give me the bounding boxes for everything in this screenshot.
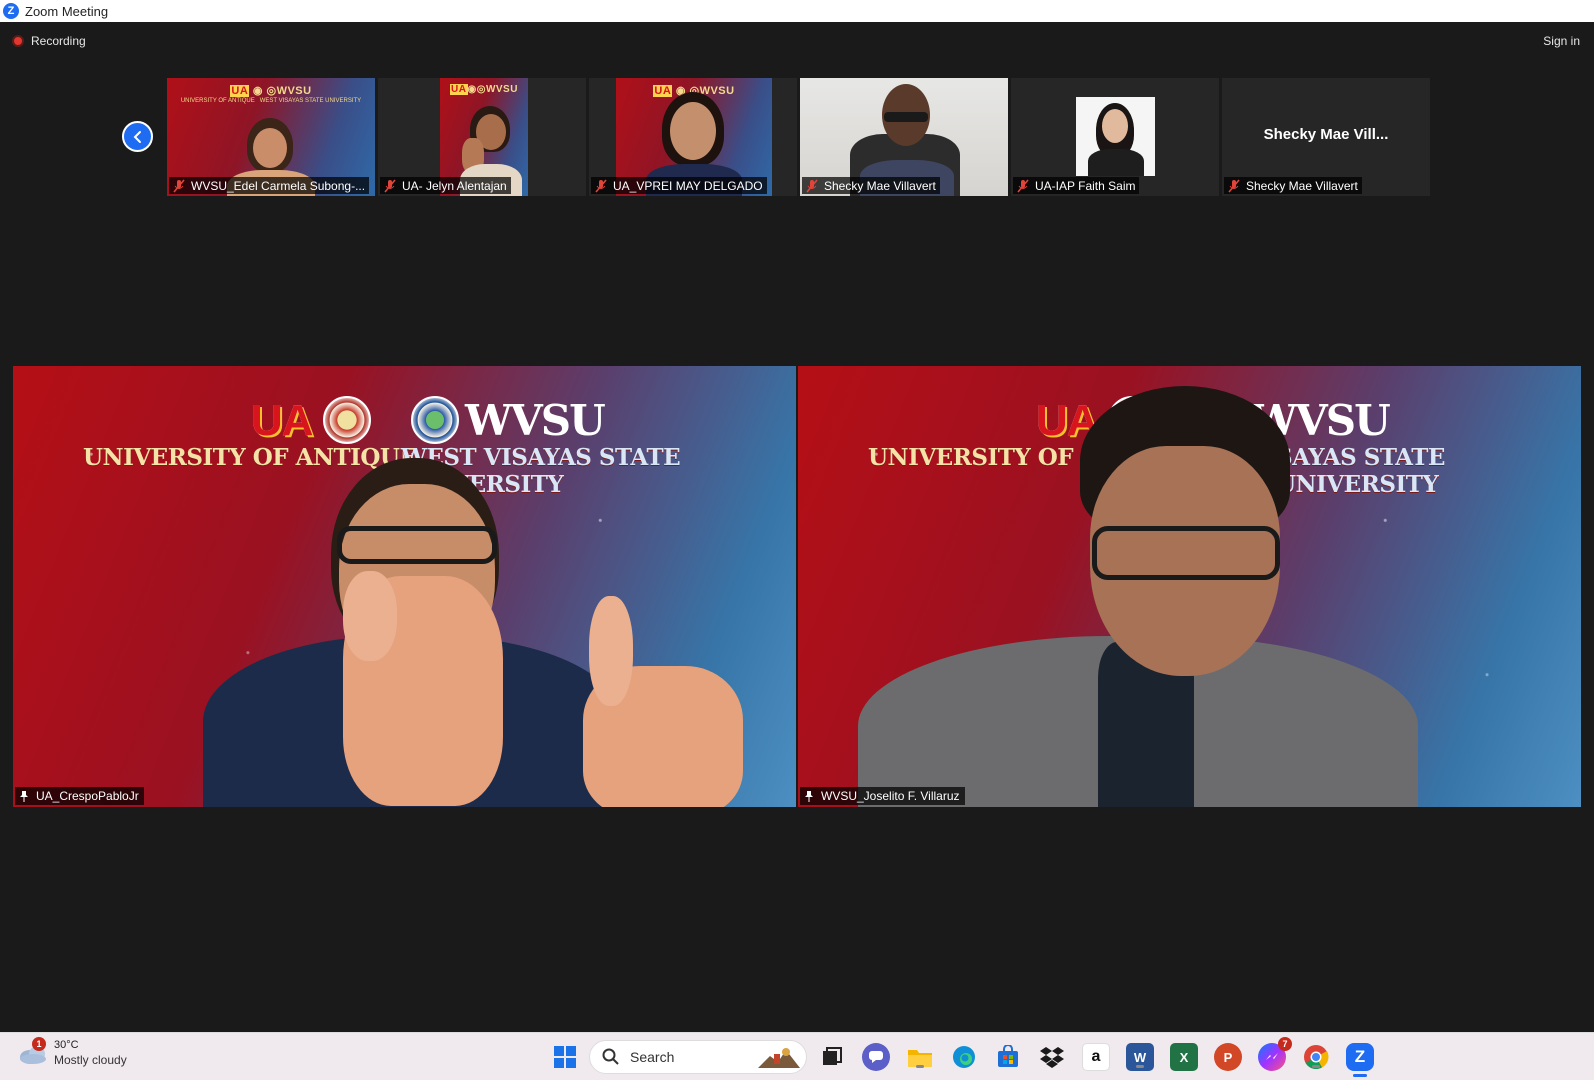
recording-dot-icon: [12, 35, 24, 47]
dropbox-icon[interactable]: [1038, 1043, 1066, 1071]
participant-placeholder-name: Shecky Mae Vill...: [1263, 126, 1389, 143]
muted-mic-icon: [806, 178, 818, 193]
speaker-namebar: WVSU_Joselito F. Villaruz: [800, 787, 965, 805]
gallery-prev-button[interactable]: [122, 121, 153, 152]
participant-tile[interactable]: UA-IAP Faith Saim: [1011, 78, 1219, 196]
participant-name: WVSU_Edel Carmela Subong-...: [191, 178, 366, 193]
pin-icon: [805, 791, 813, 802]
wvsu-name-text: SAYAS STATE UNIVERSITY: [1276, 444, 1445, 498]
powerpoint-icon[interactable]: P: [1214, 1043, 1242, 1071]
edge-browser-icon[interactable]: [950, 1043, 978, 1071]
participant-tile[interactable]: UA ◉ ◎WVSU UA_VPREI MAY DELGADO: [589, 78, 797, 196]
microsoft-store-icon[interactable]: [994, 1043, 1022, 1071]
speaker-video-tile[interactable]: UA WVSU UNIVERSITY OF ANT SAYAS STATE UN…: [798, 366, 1581, 807]
zoom-taskbar-icon[interactable]: Z: [1346, 1043, 1374, 1077]
window-title: Zoom Meeting: [25, 3, 109, 19]
weather-temp: 30°C: [54, 1039, 79, 1051]
speaker-namebar: UA_CrespoPabloJr: [15, 787, 144, 805]
participant-tile[interactable]: UA ◉ ◎WVSU UNIVERSITY OF ANTIQUE WEST VI…: [167, 78, 375, 196]
task-view-icon[interactable]: [818, 1043, 846, 1071]
weather-widget[interactable]: 1 30°C Mostly cloudy: [18, 1037, 127, 1068]
speaker-video-tile[interactable]: UA WVSU UNIVERSITY OF ANTIQUE WEST VISAY…: [13, 366, 796, 807]
recording-indicator[interactable]: Recording: [12, 34, 86, 48]
participant-tile[interactable]: UA◉◎WVSU UA- Jelyn Alentajan: [378, 78, 586, 196]
participant-name: UA-IAP Faith Saim: [1035, 178, 1136, 193]
participant-namebar: UA-IAP Faith Saim: [1013, 177, 1140, 194]
participant-name: UA- Jelyn Alentajan: [402, 178, 507, 193]
participant-profile-photo: [1076, 97, 1155, 176]
ua-logo: UA: [251, 396, 314, 445]
participant-namebar: Shecky Mae Villavert: [1224, 177, 1362, 194]
taskbar-search-box[interactable]: Search: [589, 1040, 807, 1074]
virtual-background-logo: UA◉◎WVSU: [450, 84, 518, 95]
muted-mic-icon: [173, 178, 185, 193]
excel-icon[interactable]: X: [1170, 1043, 1198, 1071]
chrome-icon[interactable]: [1302, 1043, 1330, 1071]
word-icon[interactable]: W: [1126, 1043, 1154, 1071]
windows-start-icon[interactable]: [551, 1043, 579, 1071]
zoom-logo-icon: Z: [3, 3, 19, 19]
amazon-icon[interactable]: a: [1082, 1043, 1110, 1071]
weather-desc: Mostly cloudy: [54, 1053, 127, 1067]
muted-mic-icon: [1228, 178, 1240, 193]
participant-name: Shecky Mae Villavert: [824, 178, 936, 193]
chevron-left-icon: [133, 130, 141, 143]
speaker-name: UA_CrespoPabloJr: [36, 789, 139, 803]
windows-taskbar: 1 30°C Mostly cloudy Search a W X P 7 Z: [0, 1032, 1594, 1080]
ua-seal-icon: [323, 396, 371, 444]
search-icon: [602, 1048, 619, 1065]
virtual-background-logo: UA ◉ ◎WVSU: [230, 85, 312, 97]
speaker-name: WVSU_Joselito F. Villaruz: [821, 789, 960, 803]
messenger-badge: 7: [1278, 1037, 1292, 1051]
weather-badge: 1: [32, 1037, 46, 1051]
participant-tile[interactable]: Shecky Mae Villavert: [800, 78, 1008, 196]
participant-name: UA_VPREI MAY DELGADO: [613, 178, 763, 193]
muted-mic-icon: [1017, 178, 1029, 193]
participant-namebar: WVSU_Edel Carmela Subong-...: [169, 177, 370, 194]
messenger-icon[interactable]: 7: [1258, 1037, 1292, 1071]
search-highlight-icon: [758, 1048, 800, 1068]
teams-chat-icon[interactable]: [862, 1043, 890, 1071]
sign-in-link[interactable]: Sign in: [1543, 34, 1580, 48]
muted-mic-icon: [384, 178, 396, 193]
pin-icon: [20, 791, 28, 802]
wvsu-logo: WVSU: [465, 396, 606, 445]
participant-tile[interactable]: Shecky Mae Vill... Shecky Mae Villavert: [1222, 78, 1430, 196]
participant-namebar: UA- Jelyn Alentajan: [380, 177, 511, 194]
ua-name-text: UNIVERSITY OF ANTIQUE: [83, 444, 417, 471]
participant-namebar: UA_VPREI MAY DELGADO: [591, 177, 767, 194]
glasses-icon: [884, 112, 928, 122]
glasses-icon: [337, 526, 497, 564]
wvsu-seal-icon: [411, 396, 459, 444]
participant-namebar: Shecky Mae Villavert: [802, 177, 940, 194]
cloud-icon: 1: [18, 1037, 48, 1064]
participant-name: Shecky Mae Villavert: [1246, 178, 1358, 193]
file-explorer-icon[interactable]: [906, 1043, 934, 1071]
recording-label: Recording: [31, 34, 86, 48]
search-placeholder: Search: [630, 1049, 675, 1065]
window-titlebar: Z Zoom Meeting: [0, 0, 1594, 22]
muted-mic-icon: [595, 178, 607, 193]
glasses-icon: [1092, 526, 1280, 580]
